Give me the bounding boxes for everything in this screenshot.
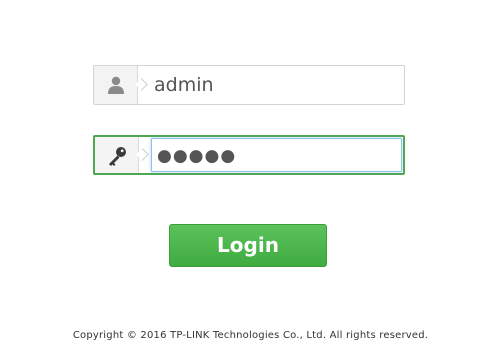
username-icon-box <box>94 66 138 104</box>
password-icon-box <box>95 137 139 173</box>
copyright-text: Copyright © 2016 TP-LINK Technologies Co… <box>72 330 429 341</box>
password-field[interactable]: ●●●●● <box>93 135 405 175</box>
key-icon <box>109 147 126 166</box>
username-input[interactable]: admin <box>154 66 214 104</box>
password-mask: ●●●●● <box>157 146 237 166</box>
login-button[interactable]: Login <box>169 224 327 267</box>
username-field[interactable]: admin <box>93 65 405 105</box>
user-icon <box>108 76 124 94</box>
password-input[interactable]: ●●●●● <box>151 138 402 172</box>
